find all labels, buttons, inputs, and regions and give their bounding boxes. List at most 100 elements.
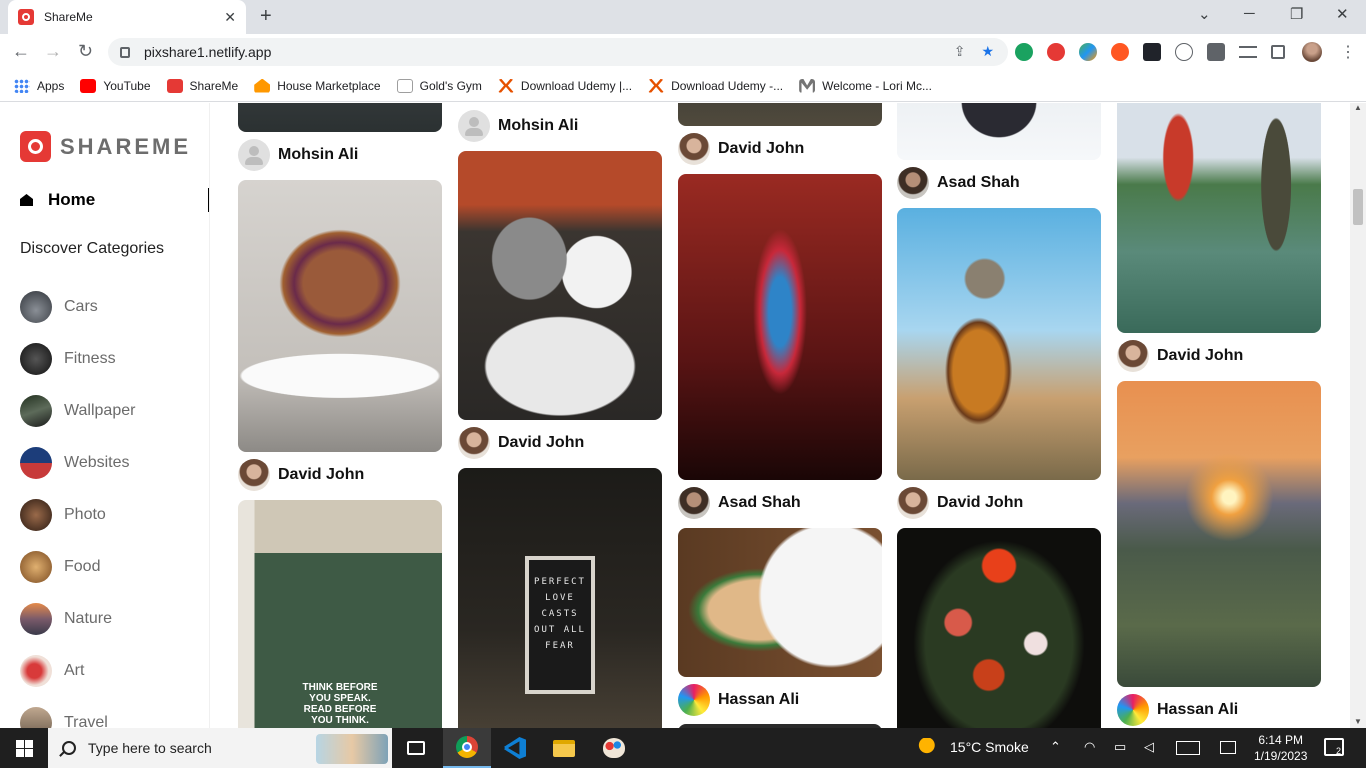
page-scrollbar[interactable]: ▲ ▼ <box>1350 103 1366 728</box>
sidebar-item-nature[interactable]: Nature <box>20 593 135 645</box>
adblock-extension-icon[interactable] <box>1047 43 1065 61</box>
pin-image-flowers[interactable] <box>897 528 1101 728</box>
bookmark-shareme[interactable]: ShareMe <box>166 78 238 93</box>
tab-search-icon[interactable]: ⌄ <box>1198 5 1211 23</box>
pin-image-burger[interactable] <box>238 180 442 452</box>
task-view-button[interactable] <box>392 728 440 768</box>
windows-taskbar: Type here to search 15°C Smoke ⌃ ◠ ▭ ◁ 6… <box>0 728 1366 768</box>
pin-image-cats[interactable] <box>458 151 662 420</box>
pin-image-books-bin[interactable]: THINK BEFORE YOU SPEAK. READ BEFORE YOU … <box>238 500 442 728</box>
pin-image-dog[interactable] <box>897 103 1101 160</box>
restore-button[interactable]: ❐ <box>1290 5 1303 23</box>
tab-strip: ShareMe ✕ + ⌄ ─ ❐ ✕ <box>0 0 1366 34</box>
pin-author[interactable]: Mohsin Ali <box>458 110 578 142</box>
volume-icon[interactable]: ◁ <box>1144 739 1154 755</box>
keyboard-icon[interactable] <box>1176 741 1200 755</box>
shareme-logo[interactable]: SHAREME <box>20 131 191 162</box>
refresh-extension-icon[interactable] <box>1111 43 1129 61</box>
extensions-puzzle-icon[interactable] <box>1207 43 1225 61</box>
minimize-button[interactable]: ─ <box>1244 5 1255 22</box>
bookmark-apps[interactable]: Apps <box>14 78 64 93</box>
reload-button[interactable]: ↻ <box>78 41 93 62</box>
address-bar[interactable]: pixshare1.netlify.app ⇪ ★ <box>108 38 1008 66</box>
profile-avatar[interactable] <box>1302 42 1322 62</box>
wifi-icon[interactable]: ◠ <box>1084 739 1095 755</box>
forward-button[interactable]: → <box>44 41 62 62</box>
pin-image-letter-board[interactable]: PERFECT LOVE CASTS OUT ALL FEAR <box>458 468 662 728</box>
pin-author[interactable]: Mohsin Ali <box>238 139 358 171</box>
avatar <box>1117 694 1149 726</box>
tab-shareme[interactable]: ShareMe ✕ <box>8 0 246 34</box>
pin-author[interactable]: Hassan Ali <box>678 684 799 716</box>
sidebar-item-fitness[interactable]: Fitness <box>20 333 135 385</box>
scroll-thumb[interactable] <box>1353 189 1363 225</box>
taskbar-chrome[interactable] <box>443 728 491 768</box>
h-extension-icon[interactable] <box>1175 43 1193 61</box>
sidebar-item-food[interactable]: Food <box>20 541 135 593</box>
shareme-icon <box>166 78 183 93</box>
scroll-up-arrow-icon[interactable]: ▲ <box>1354 103 1362 112</box>
sidebar-item-websites[interactable]: Websites <box>20 437 135 489</box>
search-highlight-image <box>316 734 388 764</box>
share-icon[interactable]: ⇪ <box>954 43 966 60</box>
pin-author[interactable]: David John <box>458 427 584 459</box>
weather-haze-icon <box>918 738 940 756</box>
pin-author[interactable]: David John <box>897 487 1023 519</box>
react-devtools-icon[interactable] <box>1143 43 1161 61</box>
bookmark-house-marketplace[interactable]: House Marketplace <box>254 78 381 93</box>
scroll-down-arrow-icon[interactable]: ▼ <box>1354 717 1362 726</box>
new-tab-button[interactable]: + <box>260 5 272 28</box>
tray-overflow-icon[interactable]: ⌃ <box>1050 739 1061 755</box>
bookmark-download-udemy-2[interactable]: Download Udemy -... <box>648 78 783 93</box>
pin-image-backpacker[interactable] <box>897 208 1101 480</box>
bookmark-golds-gym[interactable]: Gold's Gym <box>396 78 482 93</box>
taskbar-file-explorer[interactable] <box>540 728 588 768</box>
pin-author[interactable]: David John <box>238 459 364 491</box>
url-text[interactable]: pixshare1.netlify.app <box>144 44 271 60</box>
lock-icon[interactable] <box>120 46 130 58</box>
notification-center-icon[interactable]: 2 <box>1324 738 1344 756</box>
pin-image-sunset-field[interactable] <box>1117 381 1321 687</box>
grammarly-extension-icon[interactable] <box>1015 43 1033 61</box>
pin-image-rock-island[interactable] <box>1117 103 1321 333</box>
back-button[interactable]: ← <box>12 41 30 62</box>
reading-list-icon[interactable] <box>1239 46 1257 58</box>
pin-author[interactable]: Asad Shah <box>678 487 801 519</box>
pin-image-red-hand[interactable] <box>678 174 882 480</box>
sidebar-item-travel[interactable]: Travel <box>20 697 135 728</box>
pin-author[interactable]: Hassan Ali <box>1117 694 1238 726</box>
pin-author[interactable]: David John <box>678 133 804 165</box>
taskbar-vscode[interactable] <box>491 728 539 768</box>
sidebar-item-wallpaper[interactable]: Wallpaper <box>20 385 135 437</box>
house-icon <box>254 78 271 93</box>
pin-author[interactable]: Asad Shah <box>897 167 1020 199</box>
chrome-menu-icon[interactable]: ⋮ <box>1340 42 1356 62</box>
bookmark-welcome-lori[interactable]: Welcome - Lori Mc... <box>799 78 932 93</box>
sidebar-item-home[interactable]: Home <box>20 188 209 212</box>
sidebar-item-photo[interactable]: Photo <box>20 489 135 541</box>
bookmark-youtube[interactable]: YouTube <box>80 78 151 93</box>
youtube-icon <box>80 78 97 93</box>
discover-categories-heading: Discover Categories <box>20 240 165 257</box>
bookmark-download-udemy-1[interactable]: Download Udemy |... <box>497 78 632 93</box>
side-panel-icon[interactable] <box>1271 45 1285 59</box>
battery-icon[interactable]: ▭ <box>1114 739 1126 755</box>
author-name: Mohsin Ali <box>278 146 359 163</box>
taskbar-paint[interactable] <box>590 728 638 768</box>
display-icon[interactable] <box>1220 741 1236 754</box>
close-tab-icon[interactable]: ✕ <box>224 9 236 26</box>
pin-image-pasta[interactable] <box>678 528 882 677</box>
sidebar-item-cars[interactable]: Cars <box>20 281 135 333</box>
category-thumbnail <box>20 395 52 427</box>
colorful-extension-icon[interactable] <box>1079 43 1097 61</box>
weather-widget[interactable]: 15°C Smoke <box>918 738 1029 756</box>
pin-image[interactable] <box>238 103 442 132</box>
bookmark-star-icon[interactable]: ★ <box>981 43 994 60</box>
windows-start-icon[interactable] <box>16 740 33 757</box>
system-clock[interactable]: 6:14 PM 1/19/2023 <box>1254 732 1307 764</box>
sidebar-item-art[interactable]: Art <box>20 645 135 697</box>
pin-author[interactable]: David John <box>1117 340 1243 372</box>
pin-image[interactable] <box>678 103 882 126</box>
close-window-button[interactable]: ✕ <box>1336 5 1349 23</box>
taskbar-search[interactable]: Type here to search <box>48 728 392 768</box>
